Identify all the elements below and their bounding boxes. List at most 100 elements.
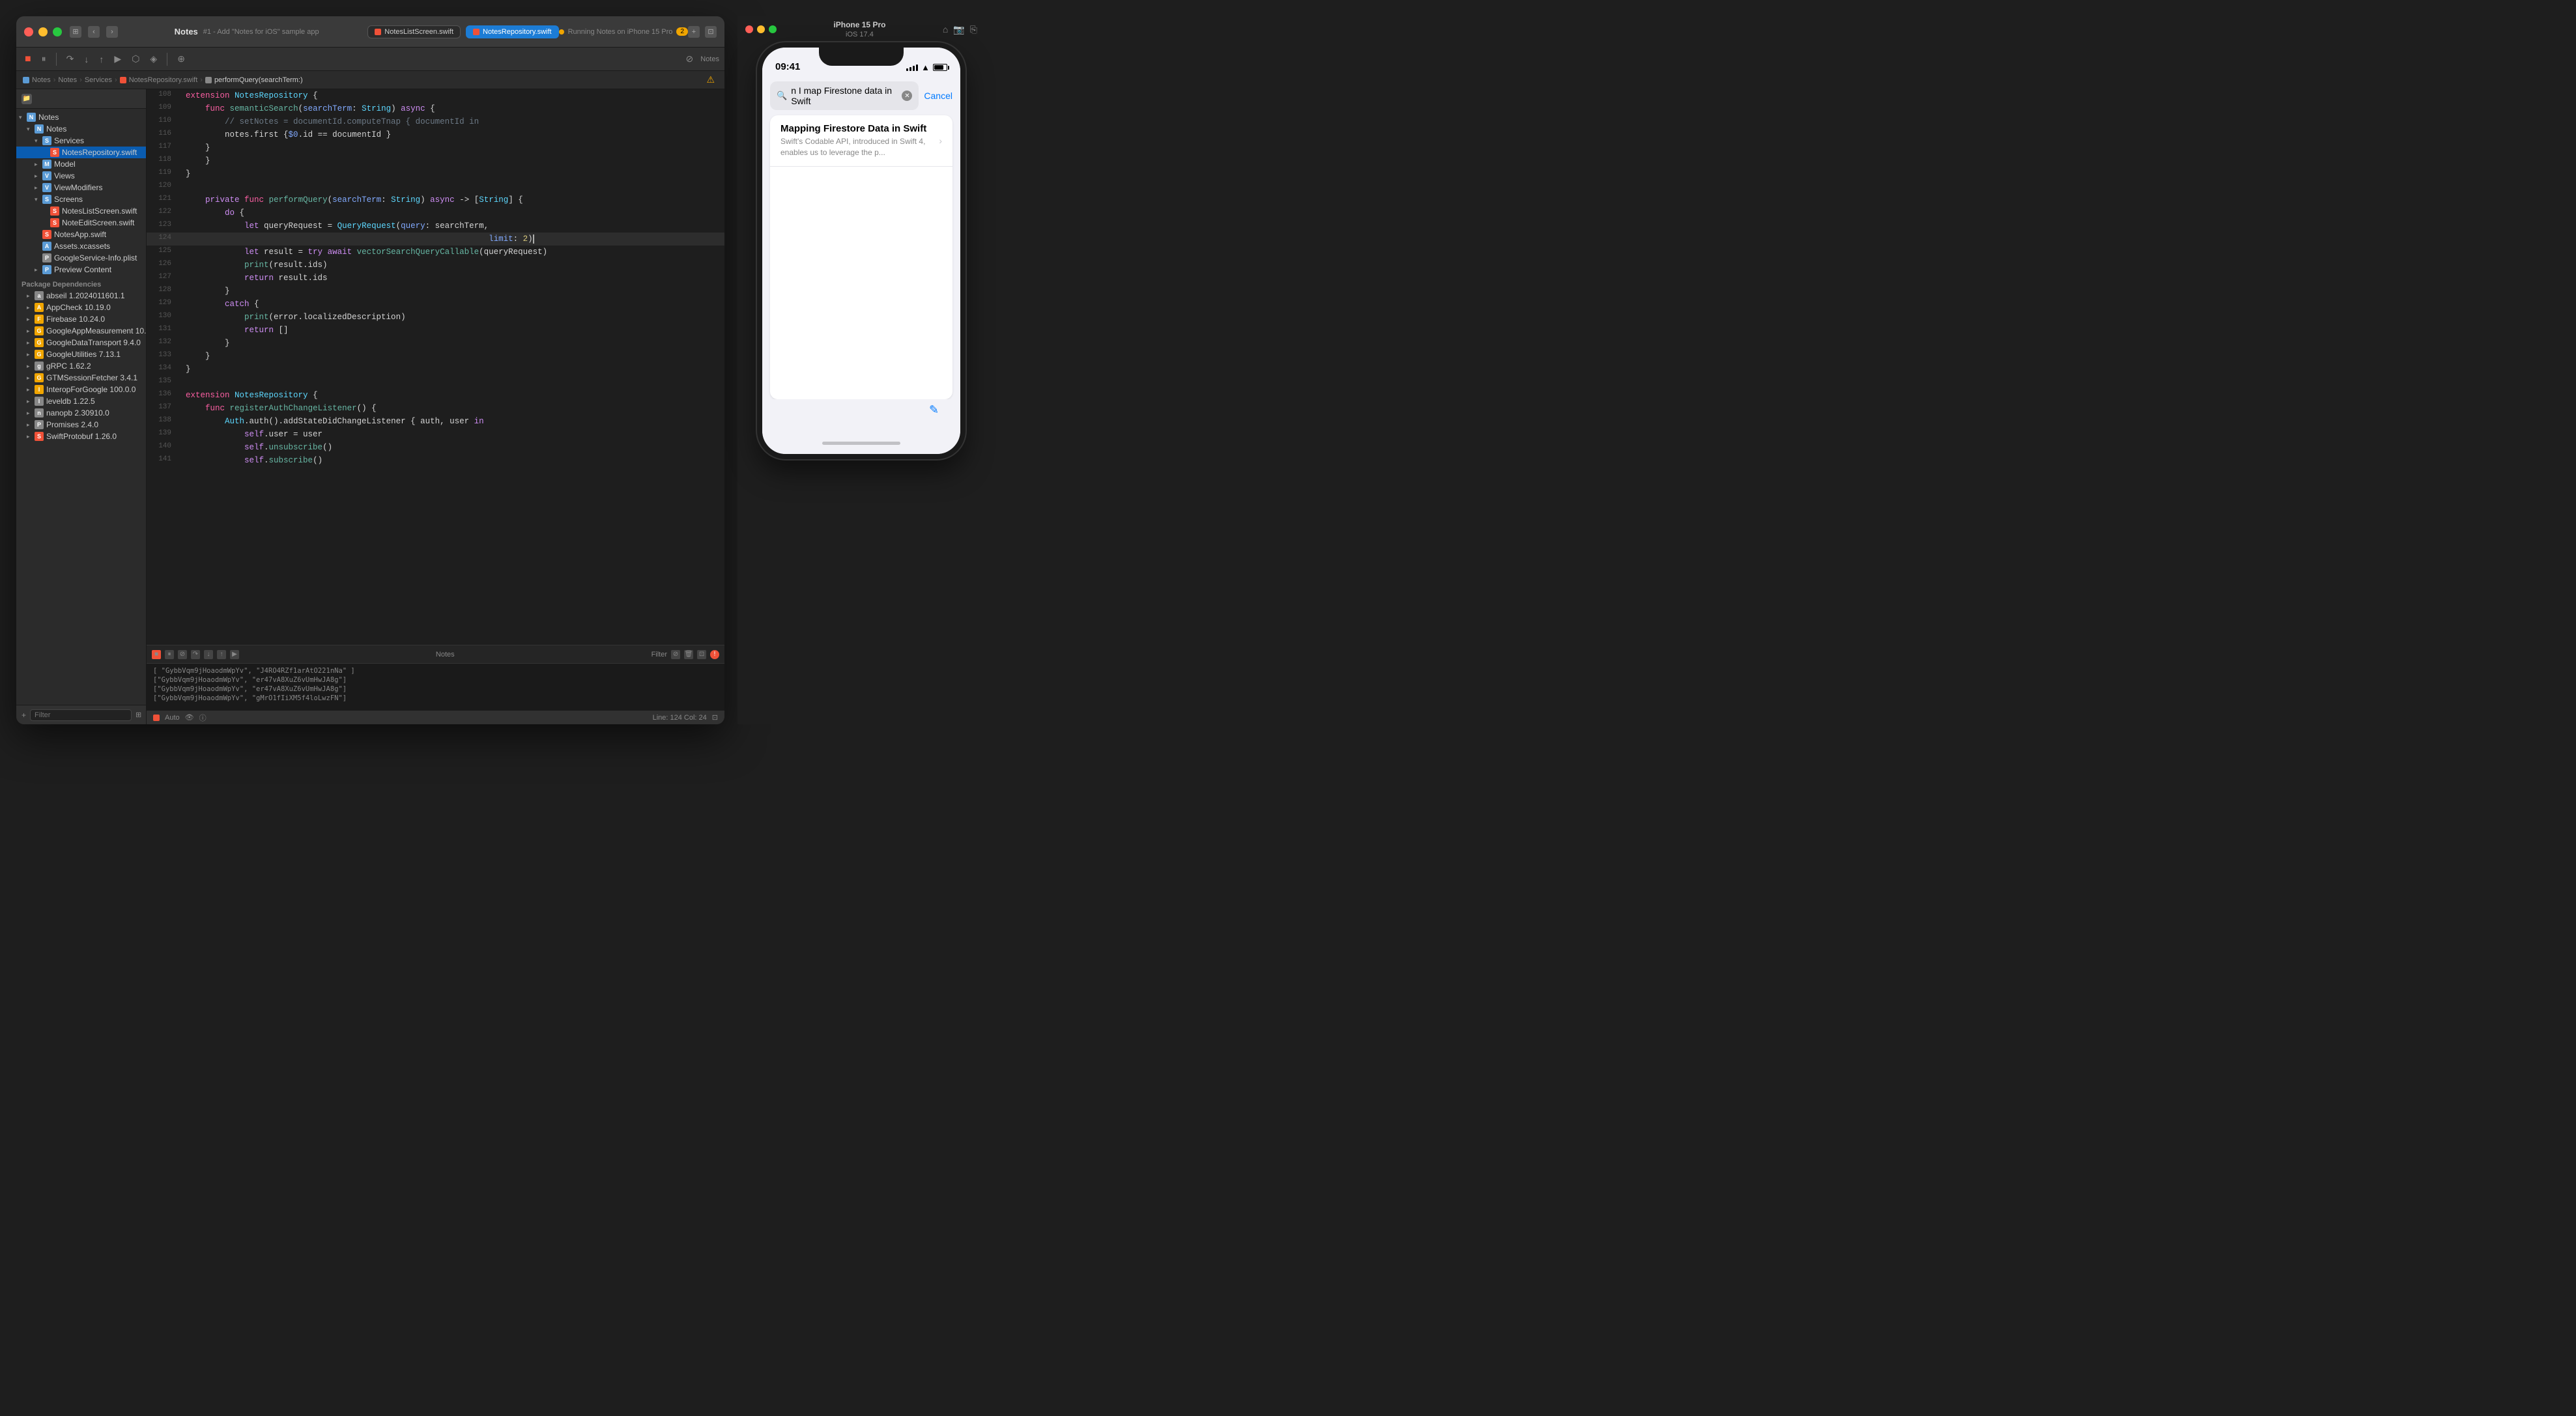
eye-icon[interactable]: 👁	[185, 713, 194, 722]
console-step3[interactable]: ↑	[217, 650, 226, 659]
bc-services[interactable]: Services	[85, 76, 112, 84]
memory-icon[interactable]: ◈	[147, 52, 160, 66]
run-badge: 2	[676, 27, 688, 36]
console-notes-label: Notes	[436, 651, 455, 658]
search-result-item[interactable]: Mapping Firestore Data in Swift Swift's …	[770, 115, 952, 167]
code-line-109: 109 func semanticSearch(searchTerm: Stri…	[147, 102, 724, 115]
pkg-item-firebase[interactable]: ▸ F Firebase 10.24.0	[16, 313, 146, 325]
sim-close[interactable]	[745, 25, 753, 33]
add-icon[interactable]: +	[21, 711, 26, 720]
folder-icon-screens: S	[42, 195, 51, 204]
close-button[interactable]	[24, 27, 33, 36]
bc-notes-1[interactable]: Notes	[32, 76, 51, 84]
title-bar-center: Notes #1 - Add "Notes for iOS" sample ap…	[126, 27, 367, 36]
console-pause[interactable]: ⏸	[165, 650, 174, 659]
screenshot-icon[interactable]: 📷	[953, 24, 964, 35]
pause-button[interactable]: ⏸	[38, 52, 50, 66]
console-step2[interactable]: ↓	[204, 650, 213, 659]
sidebar-item-notesapp[interactable]: S NotesApp.swift	[16, 229, 146, 240]
filter-icon[interactable]: ⊘	[683, 52, 697, 66]
pkg-item-gtm[interactable]: ▸ G GTMSessionFetcher 3.4.1	[16, 372, 146, 384]
step-out-icon[interactable]: ↑	[96, 53, 107, 66]
pkg-item-interop[interactable]: ▸ I InteropForGoogle 100.0.0	[16, 384, 146, 395]
console-step[interactable]: ↷	[191, 650, 200, 659]
bc-perform-query[interactable]: performQuery(searchTerm:)	[214, 76, 303, 84]
pkg-item-swiftprotobuf[interactable]: ▸ S SwiftProtobuf 1.26.0	[16, 431, 146, 442]
sidebar-item-model[interactable]: ▸ M Model	[16, 158, 146, 170]
console-toolbar: ■ ⏸ ⊘ ↷ ↓ ↑ ▶ Notes Filter ⊘ 🗑 ⊡ !	[147, 645, 724, 664]
pkg-item-leveldb[interactable]: ▸ l leveldb 1.22.5	[16, 395, 146, 407]
step-over-icon[interactable]: ↷	[63, 52, 78, 66]
pkg-item-grpc[interactable]: ▸ g gRPC 1.62.2	[16, 360, 146, 372]
back-icon[interactable]: ‹	[88, 26, 100, 38]
stop-button[interactable]: ■	[21, 52, 35, 66]
sidebar-item-assets[interactable]: A Assets.xcassets	[16, 240, 146, 252]
console-badge[interactable]: !	[710, 650, 719, 659]
debug-icon[interactable]: ⬡	[128, 52, 143, 66]
search-field[interactable]: 🔍 n I map Firestone data in Swift ✕	[770, 81, 919, 110]
sidebar-item-views[interactable]: ▸ V Views	[16, 170, 146, 182]
code-line-120: 120	[147, 180, 724, 193]
pkg-item-abseil[interactable]: ▸ a abseil 1.2024011601.1	[16, 290, 146, 302]
sidebar-item-notes-sub[interactable]: ▾ N Notes	[16, 123, 146, 135]
code-line-130: 130 print(error.localizedDescription)	[147, 311, 724, 324]
sidebar-filter-input[interactable]	[30, 709, 132, 721]
tab-noteslistscreen[interactable]: NotesListScreen.swift	[367, 25, 461, 38]
inspector-icon[interactable]: ⊡	[705, 26, 717, 38]
grid-icon[interactable]: ⊞	[136, 711, 141, 719]
console-continue[interactable]: ▶	[230, 650, 239, 659]
pkg-item-googleutils[interactable]: ▸ G GoogleUtilities 7.13.1	[16, 348, 146, 360]
code-line-141: 141 self.subscribe()	[147, 454, 724, 467]
sidebar-item-viewmodifiers[interactable]: ▸ V ViewModifiers	[16, 182, 146, 193]
bc-notesrepository[interactable]: NotesRepository.swift	[129, 76, 198, 84]
sidebar-item-notes-root[interactable]: ▾ N Notes	[16, 111, 146, 123]
pkg-icon: n	[35, 408, 44, 418]
pkg-item-googleapp[interactable]: ▸ G GoogleAppMeasurement 10.24.0	[16, 325, 146, 337]
sidebar-item-services[interactable]: ▾ S Services	[16, 135, 146, 147]
forward-icon[interactable]: ›	[106, 26, 118, 38]
sidebar-item-notesrepository[interactable]: S NotesRepository.swift	[16, 147, 146, 158]
console-stop[interactable]: ■	[152, 650, 161, 659]
search-clear-button[interactable]: ✕	[902, 91, 912, 101]
step-in-icon[interactable]: ↓	[81, 53, 92, 66]
code-area[interactable]: 108 extension NotesRepository { 109 func…	[147, 89, 724, 645]
simulate-icon[interactable]: ⊕	[174, 52, 188, 66]
pkg-item-promises[interactable]: ▸ P Promises 2.4.0	[16, 419, 146, 431]
warning-icon[interactable]: ⚠	[703, 73, 718, 87]
pkg-item-nanopb[interactable]: ▸ n nanopb 2.30910.0	[16, 407, 146, 419]
compose-icon[interactable]: ✎	[929, 403, 947, 421]
folder-icon-views: V	[42, 171, 51, 180]
sidebar-item-screens[interactable]: ▾ S Screens	[16, 193, 146, 205]
console-content: [ "GybbVqm9jHoaodmWpYv", "J4RO4RZf1arAtO…	[147, 664, 724, 710]
sidebar-item-plist[interactable]: P GoogleService-Info.plist	[16, 252, 146, 264]
sim-fullscreen[interactable]	[769, 25, 777, 33]
continue-icon[interactable]: ▶	[111, 52, 124, 66]
minimize-button[interactable]	[38, 27, 48, 36]
sim-minimize[interactable]	[757, 25, 765, 33]
sidebar-content[interactable]: ▾ N Notes ▾ N Notes ▾ S Services S	[16, 109, 146, 705]
rotate-icon[interactable]: ⎘	[970, 24, 977, 35]
info-icon[interactable]: ⓘ	[199, 713, 207, 723]
add-icon[interactable]: +	[688, 26, 700, 38]
console-clear[interactable]: ⊘	[178, 650, 187, 659]
sidebar-toggle-icon[interactable]: ⊞	[70, 26, 81, 38]
tab-notesrepository[interactable]: NotesRepository.swift	[466, 25, 559, 38]
home-sim-icon[interactable]: ⌂	[943, 24, 948, 35]
fullscreen-button[interactable]	[53, 27, 62, 36]
console-split[interactable]: ⊡	[697, 650, 706, 659]
console-clear2[interactable]: 🗑	[684, 650, 693, 659]
bc-icon-m	[205, 77, 212, 83]
code-editor[interactable]: 108 extension NotesRepository { 109 func…	[147, 89, 724, 724]
pkg-item-appcheck[interactable]: ▸ A AppCheck 10.19.0	[16, 302, 146, 313]
search-cancel-button[interactable]: Cancel	[924, 91, 952, 101]
bc-notes-2[interactable]: Notes	[58, 76, 77, 84]
sidebar-item-noteslistscreen[interactable]: S NotesListScreen.swift	[16, 205, 146, 217]
pkg-item-googletransport[interactable]: ▸ G GoogleDataTransport 9.4.0	[16, 337, 146, 348]
sidebar-item-noteeditscreen[interactable]: S NoteEditScreen.swift	[16, 217, 146, 229]
console-filter-icon[interactable]: ⊘	[671, 650, 680, 659]
pkg-icon: F	[35, 315, 44, 324]
sidebar-item-preview[interactable]: ▸ P Preview Content	[16, 264, 146, 276]
folder-icon-notes-sub: N	[35, 124, 44, 134]
layout-icon[interactable]: ⊡	[712, 713, 718, 722]
code-line-128: 128 }	[147, 285, 724, 298]
